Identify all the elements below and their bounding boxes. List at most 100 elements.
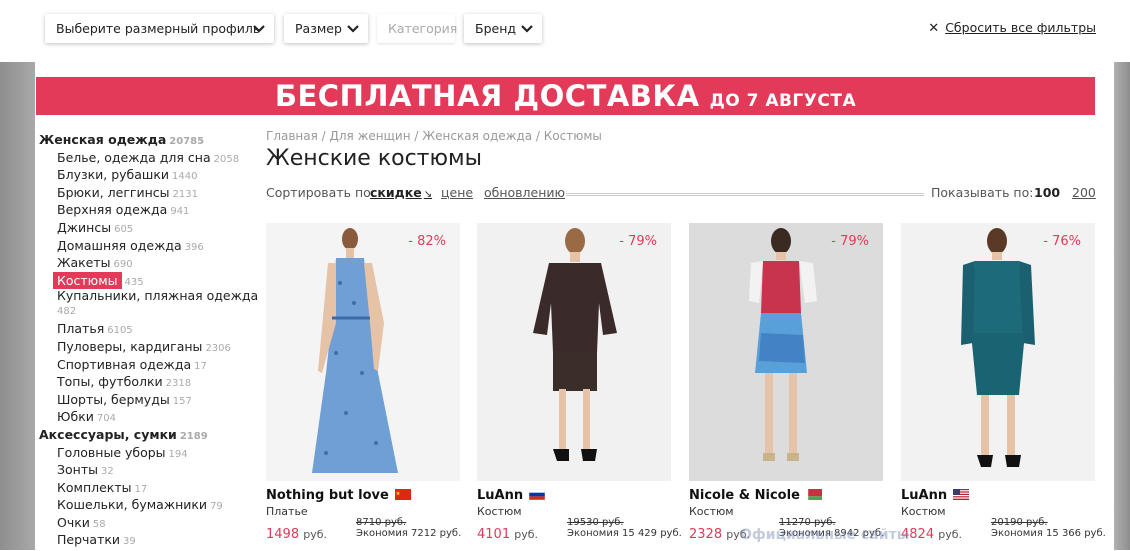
category-count: 17 bbox=[134, 483, 148, 495]
category-count: 157 bbox=[172, 395, 192, 407]
old-price: 20190 руб. bbox=[991, 517, 1048, 528]
size-profile-dropdown[interactable]: Выберите размерный профиль bbox=[45, 14, 274, 43]
old-price: 8710 руб. bbox=[356, 517, 407, 528]
category-label: Головные уборы bbox=[57, 444, 166, 460]
price-currency: руб. bbox=[938, 528, 963, 541]
category-label: Перчатки bbox=[57, 532, 121, 548]
category-sidebar: Женская одежда 20785 Белье, одежда для сн… bbox=[39, 131, 259, 549]
product-image[interactable]: - 82% bbox=[266, 223, 460, 481]
category-label: Жакеты bbox=[57, 255, 111, 271]
category-item[interactable]: Юбки 704 bbox=[39, 408, 259, 426]
sort-label: Сортировать по: bbox=[266, 185, 375, 200]
category-item[interactable]: Домашняя одежда 396 bbox=[39, 237, 259, 255]
per-page-label: Показывать по: bbox=[931, 185, 1034, 200]
category-label: Блузки, рубашки bbox=[57, 167, 170, 183]
product-brand[interactable]: Nothing but love bbox=[266, 488, 460, 503]
category-item[interactable]: Джинсы 605 bbox=[39, 219, 259, 237]
category-label: Категория bbox=[388, 21, 458, 36]
category-label: Кошельки, бумажники bbox=[57, 497, 208, 513]
product-card[interactable]: - 79% Nicole & Nicole Костюм 2328 руб. 1… bbox=[689, 223, 884, 542]
product-card[interactable]: - 79% LuAnn Костюм 4101 руб. 19530 руб. … bbox=[477, 223, 682, 542]
sort-by-discount[interactable]: скидке ↘ bbox=[370, 185, 432, 200]
category-item[interactable]: Жакеты 690 bbox=[39, 254, 259, 272]
chevron-down-icon bbox=[346, 14, 360, 54]
discount-badge: - 79% bbox=[831, 234, 869, 249]
product-brand[interactable]: LuAnn bbox=[477, 488, 671, 503]
category-item[interactable]: Пуловеры, кардиганы 2306 bbox=[39, 338, 259, 356]
category-count: 435 bbox=[124, 276, 144, 288]
product-brand[interactable]: Nicole & Nicole bbox=[689, 488, 883, 503]
category-women[interactable]: Женская одежда 20785 bbox=[39, 131, 259, 149]
product-brand-label: Nicole & Nicole bbox=[689, 488, 800, 503]
usa-flag-icon bbox=[953, 489, 970, 500]
banner-main-text: БЕСПЛАТНАЯ ДОСТАВКА bbox=[274, 79, 700, 113]
product-image[interactable]: - 76% bbox=[901, 223, 1095, 481]
category-label: Верхняя одежда bbox=[57, 202, 168, 218]
price-value: 1498 bbox=[266, 527, 300, 542]
category-label: Аксессуары, сумки bbox=[39, 426, 177, 442]
category-item[interactable]: Верхняя одежда 941 bbox=[39, 201, 259, 219]
category-count: 704 bbox=[96, 413, 116, 425]
category-item[interactable]: Купальники, пляжная одежда 482 bbox=[39, 289, 259, 320]
product-brand[interactable]: LuAnn bbox=[901, 488, 1095, 503]
product-price: 4824 руб. bbox=[901, 527, 962, 542]
category-label: Юбки bbox=[57, 409, 94, 425]
category-item[interactable]: Брюки, леггинсы 2131 bbox=[39, 184, 259, 202]
product-image[interactable]: - 79% bbox=[477, 223, 671, 481]
promo-banner[interactable]: БЕСПЛАТНАЯ ДОСТАВКА ДО 7 АВГУСТА bbox=[36, 77, 1095, 115]
category-item[interactable]: Белье, одежда для сна 2058 bbox=[39, 149, 259, 167]
category-item[interactable]: Топы, футболки 2318 bbox=[39, 373, 259, 391]
category-label: Джинсы bbox=[57, 219, 112, 235]
category-item-active[interactable]: Костюмы 435 bbox=[39, 271, 259, 290]
category-count: 32 bbox=[101, 466, 114, 478]
product-brand-label: LuAnn bbox=[477, 488, 524, 503]
category-item[interactable]: Блузки, рубашки 1440 bbox=[39, 166, 259, 184]
category-item[interactable]: Очки 58 bbox=[39, 514, 259, 532]
size-dropdown[interactable]: Размер bbox=[284, 14, 368, 43]
product-price: 1498 руб. bbox=[266, 527, 327, 542]
category-item[interactable]: Перчатки 39 bbox=[39, 531, 259, 549]
price-value: 4101 bbox=[477, 527, 511, 542]
chevron-down-icon bbox=[520, 14, 534, 54]
brand-dropdown[interactable]: Бренд bbox=[464, 14, 542, 43]
product-card[interactable]: - 82% Nothing but love Платье 1498 руб. … bbox=[266, 223, 461, 542]
china-flag-icon bbox=[394, 489, 411, 500]
product-card[interactable]: - 76% LuAnn Костюм 4824 руб. 20190 руб. … bbox=[901, 223, 1106, 542]
category-dropdown[interactable]: Категория bbox=[377, 14, 458, 43]
category-label: Женская одежда bbox=[39, 132, 167, 147]
category-count: 6105 bbox=[107, 325, 133, 337]
category-item[interactable]: Спортивная одежда 17 bbox=[39, 356, 259, 374]
product-image[interactable]: - 79% bbox=[689, 223, 883, 481]
category-count: 2306 bbox=[205, 342, 231, 354]
price-currency: руб. bbox=[303, 528, 328, 541]
category-count: 2318 bbox=[165, 378, 192, 390]
per-page-100[interactable]: 100 bbox=[1034, 185, 1060, 200]
per-page-200[interactable]: 200 bbox=[1072, 185, 1096, 200]
category-count: 2058 bbox=[213, 153, 240, 165]
category-item[interactable]: Головные уборы 194 bbox=[39, 444, 259, 462]
category-item[interactable]: Платья 6105 bbox=[39, 320, 259, 338]
category-count: 194 bbox=[168, 448, 188, 460]
product-brand-label: Nothing but love bbox=[266, 488, 389, 503]
product-price: 4101 руб. bbox=[477, 527, 538, 542]
sort-by-update[interactable]: обновлению bbox=[484, 185, 565, 200]
category-count: 39 bbox=[123, 536, 136, 548]
economy-text: Экономия 7212 руб. bbox=[356, 528, 462, 539]
reset-filters-link[interactable]: ✕ Сбросить все фильтры bbox=[928, 20, 1096, 36]
category-label: Костюмы bbox=[53, 271, 122, 289]
category-item[interactable]: Кошельки, бумажники 79 bbox=[39, 496, 259, 514]
category-accessories[interactable]: Аксессуары, сумки 2189 bbox=[39, 426, 259, 444]
category-label: Брюки, леггинсы bbox=[57, 184, 170, 200]
category-item[interactable]: Шорты, бермуды 157 bbox=[39, 391, 259, 409]
sort-by-price[interactable]: цене bbox=[441, 185, 473, 200]
page-title: Женские костюмы bbox=[266, 146, 482, 171]
discount-badge: - 79% bbox=[619, 234, 657, 249]
category-count: 1440 bbox=[172, 171, 198, 183]
category-item[interactable]: Комплекты 17 bbox=[39, 479, 259, 497]
category-label: Платья bbox=[57, 321, 105, 337]
category-count: 20785 bbox=[169, 136, 205, 147]
breadcrumb[interactable]: Главная / Для женщин / Женская одежда / … bbox=[266, 129, 602, 143]
category-item[interactable]: Зонты 32 bbox=[39, 461, 259, 479]
background-right bbox=[1114, 62, 1130, 550]
category-count: 17 bbox=[194, 360, 207, 372]
